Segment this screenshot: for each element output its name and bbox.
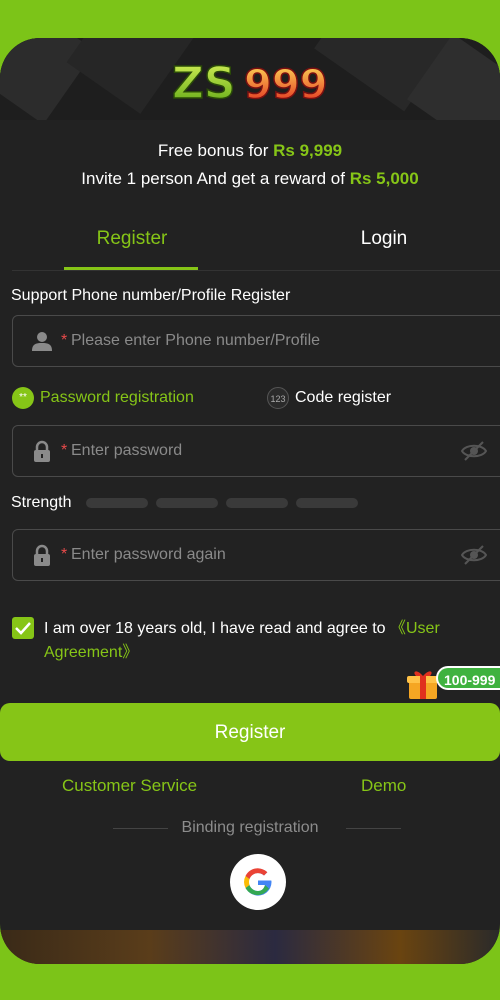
eye-hidden-icon[interactable]: [461, 440, 487, 462]
tab-register[interactable]: Register: [62, 228, 202, 250]
agreement-text: I am over 18 years old, I have read and …: [44, 617, 492, 665]
promo-line-1: Free bonus for Rs 9,999: [0, 141, 500, 161]
required-mark: *: [61, 546, 68, 563]
code-mode-label: Code register: [295, 389, 392, 407]
phone-input[interactable]: * Please enter Phone number/Profile: [12, 315, 500, 367]
lock-icon: [34, 544, 50, 566]
google-icon: [244, 868, 272, 896]
svg-text:ZS: ZS: [172, 58, 236, 106]
required-mark: *: [61, 442, 68, 459]
game-banner-strip[interactable]: [0, 930, 500, 964]
google-login-button[interactable]: [230, 854, 286, 910]
password-registration-option[interactable]: ** Password registration: [12, 387, 194, 409]
strength-bar: [226, 498, 288, 508]
user-icon: [32, 332, 52, 351]
brand-logo: ZS 999: [171, 57, 328, 106]
strength-bar: [156, 498, 218, 508]
binding-registration-label: Binding registration: [181, 819, 319, 836]
eye-hidden-icon[interactable]: [461, 544, 487, 566]
promo-reward-amount: Rs 5,000: [349, 169, 419, 188]
header-banner: ZS 999: [0, 38, 500, 120]
gift-amount-badge[interactable]: 100-999: [436, 666, 500, 690]
promo-line-2: Invite 1 person And get a reward of Rs 5…: [0, 169, 500, 189]
password-placeholder: Enter password: [71, 442, 183, 459]
password-input[interactable]: * Enter password: [12, 425, 500, 477]
gift-icon[interactable]: [406, 668, 440, 700]
phone-placeholder: Please enter Phone number/Profile: [71, 332, 321, 349]
confirm-password-input[interactable]: * Enter password again: [12, 529, 500, 581]
demo-link[interactable]: Demo: [361, 776, 406, 796]
promo-bonus-amount: Rs 9,999: [273, 141, 343, 160]
strength-bar: [86, 498, 148, 508]
password-mode-badge: **: [12, 387, 34, 409]
agreement-label: I am over 18 years old, I have read and …: [44, 620, 390, 637]
customer-service-link[interactable]: Customer Service: [62, 776, 197, 796]
register-button[interactable]: Register: [0, 703, 500, 761]
promo-line-1-text: Free bonus for: [157, 141, 274, 160]
form-section-label: Support Phone number/Profile Register: [11, 287, 291, 304]
lock-icon: [34, 440, 50, 462]
confirm-password-placeholder: Enter password again: [71, 546, 226, 563]
promo-line-2-text: Invite 1 person And get a reward of: [81, 169, 350, 188]
strength-label: Strength: [11, 494, 72, 511]
checkmark-icon: [15, 622, 31, 635]
code-mode-badge: 123: [267, 387, 289, 409]
password-mode-label: Password registration: [40, 389, 194, 407]
tab-divider: [12, 270, 500, 271]
agreement-checkbox[interactable]: [12, 617, 34, 639]
required-mark: *: [61, 332, 68, 349]
phone-frame: ZS 999 Free bonus for Rs 9,999 Invite 1 …: [0, 38, 500, 964]
strength-bar: [296, 498, 358, 508]
code-register-option[interactable]: 123 Code register: [267, 387, 391, 409]
svg-text:999: 999: [244, 62, 328, 106]
tab-login[interactable]: Login: [314, 228, 454, 250]
